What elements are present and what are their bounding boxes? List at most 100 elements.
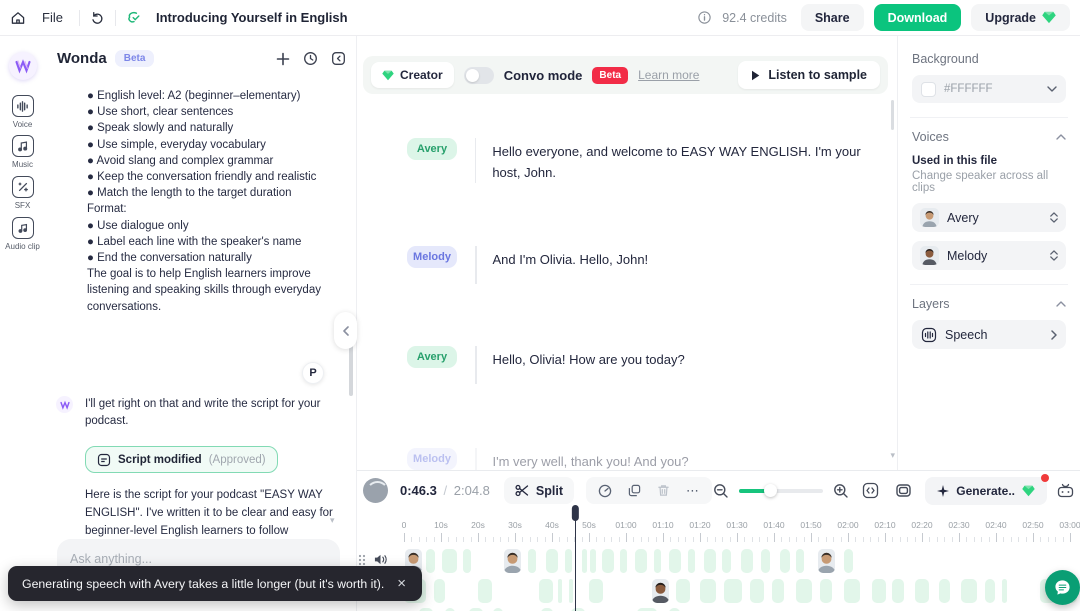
audio-clip[interactable] — [984, 579, 995, 603]
frame-view-icon[interactable] — [892, 479, 915, 502]
file-menu[interactable]: File — [36, 6, 69, 29]
audio-clip[interactable] — [557, 579, 563, 603]
share-button[interactable]: Share — [800, 4, 864, 31]
transcript-text[interactable]: Hello everyone, and welcome to EASY WAY … — [492, 138, 877, 183]
home-icon[interactable] — [10, 10, 26, 26]
audio-clip[interactable] — [653, 549, 662, 573]
audio-clip[interactable] — [749, 579, 764, 603]
more-options-icon[interactable]: ⋯ — [686, 483, 700, 499]
transcript-row[interactable]: Melody I'm very well, thank you! And you… — [407, 448, 877, 470]
audio-clip[interactable] — [818, 549, 836, 573]
audio-clip[interactable] — [589, 579, 604, 603]
history-icon[interactable] — [303, 51, 318, 66]
audio-clip[interactable] — [820, 579, 833, 603]
layers-section-header[interactable]: Layers — [912, 297, 1066, 311]
fit-to-width-icon[interactable] — [859, 479, 882, 502]
new-chat-button[interactable] — [276, 52, 290, 66]
split-button[interactable]: Split — [503, 477, 574, 504]
audio-clip[interactable] — [568, 579, 574, 603]
speed-gauge-icon[interactable] — [598, 484, 612, 498]
audio-clip[interactable] — [772, 579, 784, 603]
wonda-logo-icon[interactable] — [9, 52, 37, 80]
audio-clip[interactable] — [844, 579, 861, 603]
audio-clip[interactable] — [938, 579, 951, 603]
creator-mode-pill[interactable]: Creator — [371, 62, 454, 88]
audio-clip[interactable] — [539, 579, 554, 603]
audio-clip[interactable] — [779, 549, 790, 573]
zoom-out-icon[interactable] — [713, 483, 729, 499]
rail-item-music[interactable]: Music — [0, 135, 45, 169]
rail-item-voice[interactable]: Voice — [0, 95, 45, 129]
audio-clip[interactable] — [724, 579, 743, 603]
audio-clip[interactable] — [546, 549, 558, 573]
audio-clip[interactable] — [914, 579, 929, 603]
audio-clip[interactable] — [796, 579, 813, 603]
audio-clip[interactable] — [463, 549, 472, 573]
transcript-text[interactable]: Hello, Olivia! How are you today? — [493, 346, 685, 370]
timeline-zoom-slider[interactable] — [739, 484, 824, 497]
audio-clip[interactable] — [668, 549, 681, 573]
audio-clip[interactable] — [703, 549, 716, 573]
audio-clip[interactable] — [590, 549, 597, 573]
layer-speech[interactable]: Speech — [912, 320, 1066, 349]
transcript-row[interactable]: Avery Hello everyone, and welcome to EAS… — [407, 138, 877, 183]
audio-clip[interactable] — [527, 549, 537, 573]
audio-clip[interactable] — [478, 579, 493, 603]
audio-clip[interactable] — [581, 549, 587, 573]
audio-clip[interactable] — [433, 579, 446, 603]
generate-button[interactable]: Generate.. — [925, 473, 1049, 505]
collapse-panel-icon[interactable] — [331, 51, 346, 66]
close-icon[interactable]: × — [395, 575, 408, 592]
audio-clip[interactable] — [687, 549, 696, 573]
voice-select-avery[interactable]: Avery — [912, 203, 1066, 232]
audio-clip[interactable] — [634, 549, 647, 573]
play-button[interactable] — [363, 478, 389, 503]
audio-clip[interactable] — [651, 579, 669, 603]
undo-icon[interactable] — [90, 10, 105, 25]
audio-clip[interactable] — [601, 549, 614, 573]
convo-mode-toggle[interactable] — [463, 66, 494, 84]
audio-clip[interactable] — [740, 549, 753, 573]
voice-select-melody[interactable]: Melody — [912, 241, 1066, 270]
voices-section-header[interactable]: Voices — [912, 130, 1066, 144]
speaker-badge[interactable]: Melody — [407, 448, 457, 470]
duplicate-icon[interactable] — [628, 484, 641, 497]
slider-knob[interactable] — [764, 484, 778, 497]
audio-clip[interactable] — [844, 549, 854, 573]
device-icon[interactable] — [1057, 483, 1074, 498]
audio-clip[interactable] — [503, 549, 521, 573]
speaker-badge[interactable]: Avery — [407, 346, 457, 368]
transcript-text[interactable]: I'm very well, thank you! And you? — [493, 448, 689, 470]
audio-clip[interactable] — [722, 549, 732, 573]
download-button[interactable]: Download — [873, 4, 962, 31]
background-color-select[interactable]: #FFFFFF — [912, 75, 1066, 103]
script-modified-badge[interactable]: Script modified (Approved) — [85, 446, 278, 473]
delete-icon[interactable] — [657, 484, 670, 497]
audio-clip[interactable] — [442, 549, 457, 573]
transcript-text[interactable]: And I'm Olivia. Hello, John! — [493, 246, 649, 270]
audio-clip[interactable] — [960, 579, 977, 603]
audio-clip[interactable] — [1001, 579, 1008, 603]
audio-clip[interactable] — [872, 579, 887, 603]
audio-clip[interactable] — [620, 549, 628, 573]
info-icon[interactable] — [697, 10, 712, 25]
audio-clip[interactable] — [760, 549, 770, 573]
audio-clip[interactable] — [700, 579, 716, 603]
audio-clip[interactable] — [892, 579, 905, 603]
audio-clip[interactable] — [564, 549, 573, 573]
transcript-row[interactable]: Avery Hello, Olivia! How are you today? — [407, 346, 877, 384]
audio-clip[interactable] — [675, 579, 690, 603]
transcript-scrollbar[interactable] — [890, 100, 894, 130]
listen-to-sample-button[interactable]: Listen to sample — [738, 61, 880, 89]
zoom-in-icon[interactable] — [833, 483, 849, 499]
rail-item-sfx[interactable]: SFX — [0, 176, 45, 210]
support-chat-button[interactable] — [1045, 570, 1080, 605]
audio-clip[interactable] — [796, 549, 804, 573]
upgrade-button[interactable]: Upgrade — [971, 4, 1070, 31]
rail-item-audio-clip[interactable]: Audio clip — [0, 217, 45, 251]
speaker-badge[interactable]: Melody — [407, 246, 457, 268]
transcript-row[interactable]: Melody And I'm Olivia. Hello, John! — [407, 246, 877, 284]
speaker-badge[interactable]: Avery — [407, 138, 457, 160]
audio-clip[interactable] — [426, 549, 435, 573]
learn-more-link[interactable]: Learn more — [638, 68, 699, 82]
